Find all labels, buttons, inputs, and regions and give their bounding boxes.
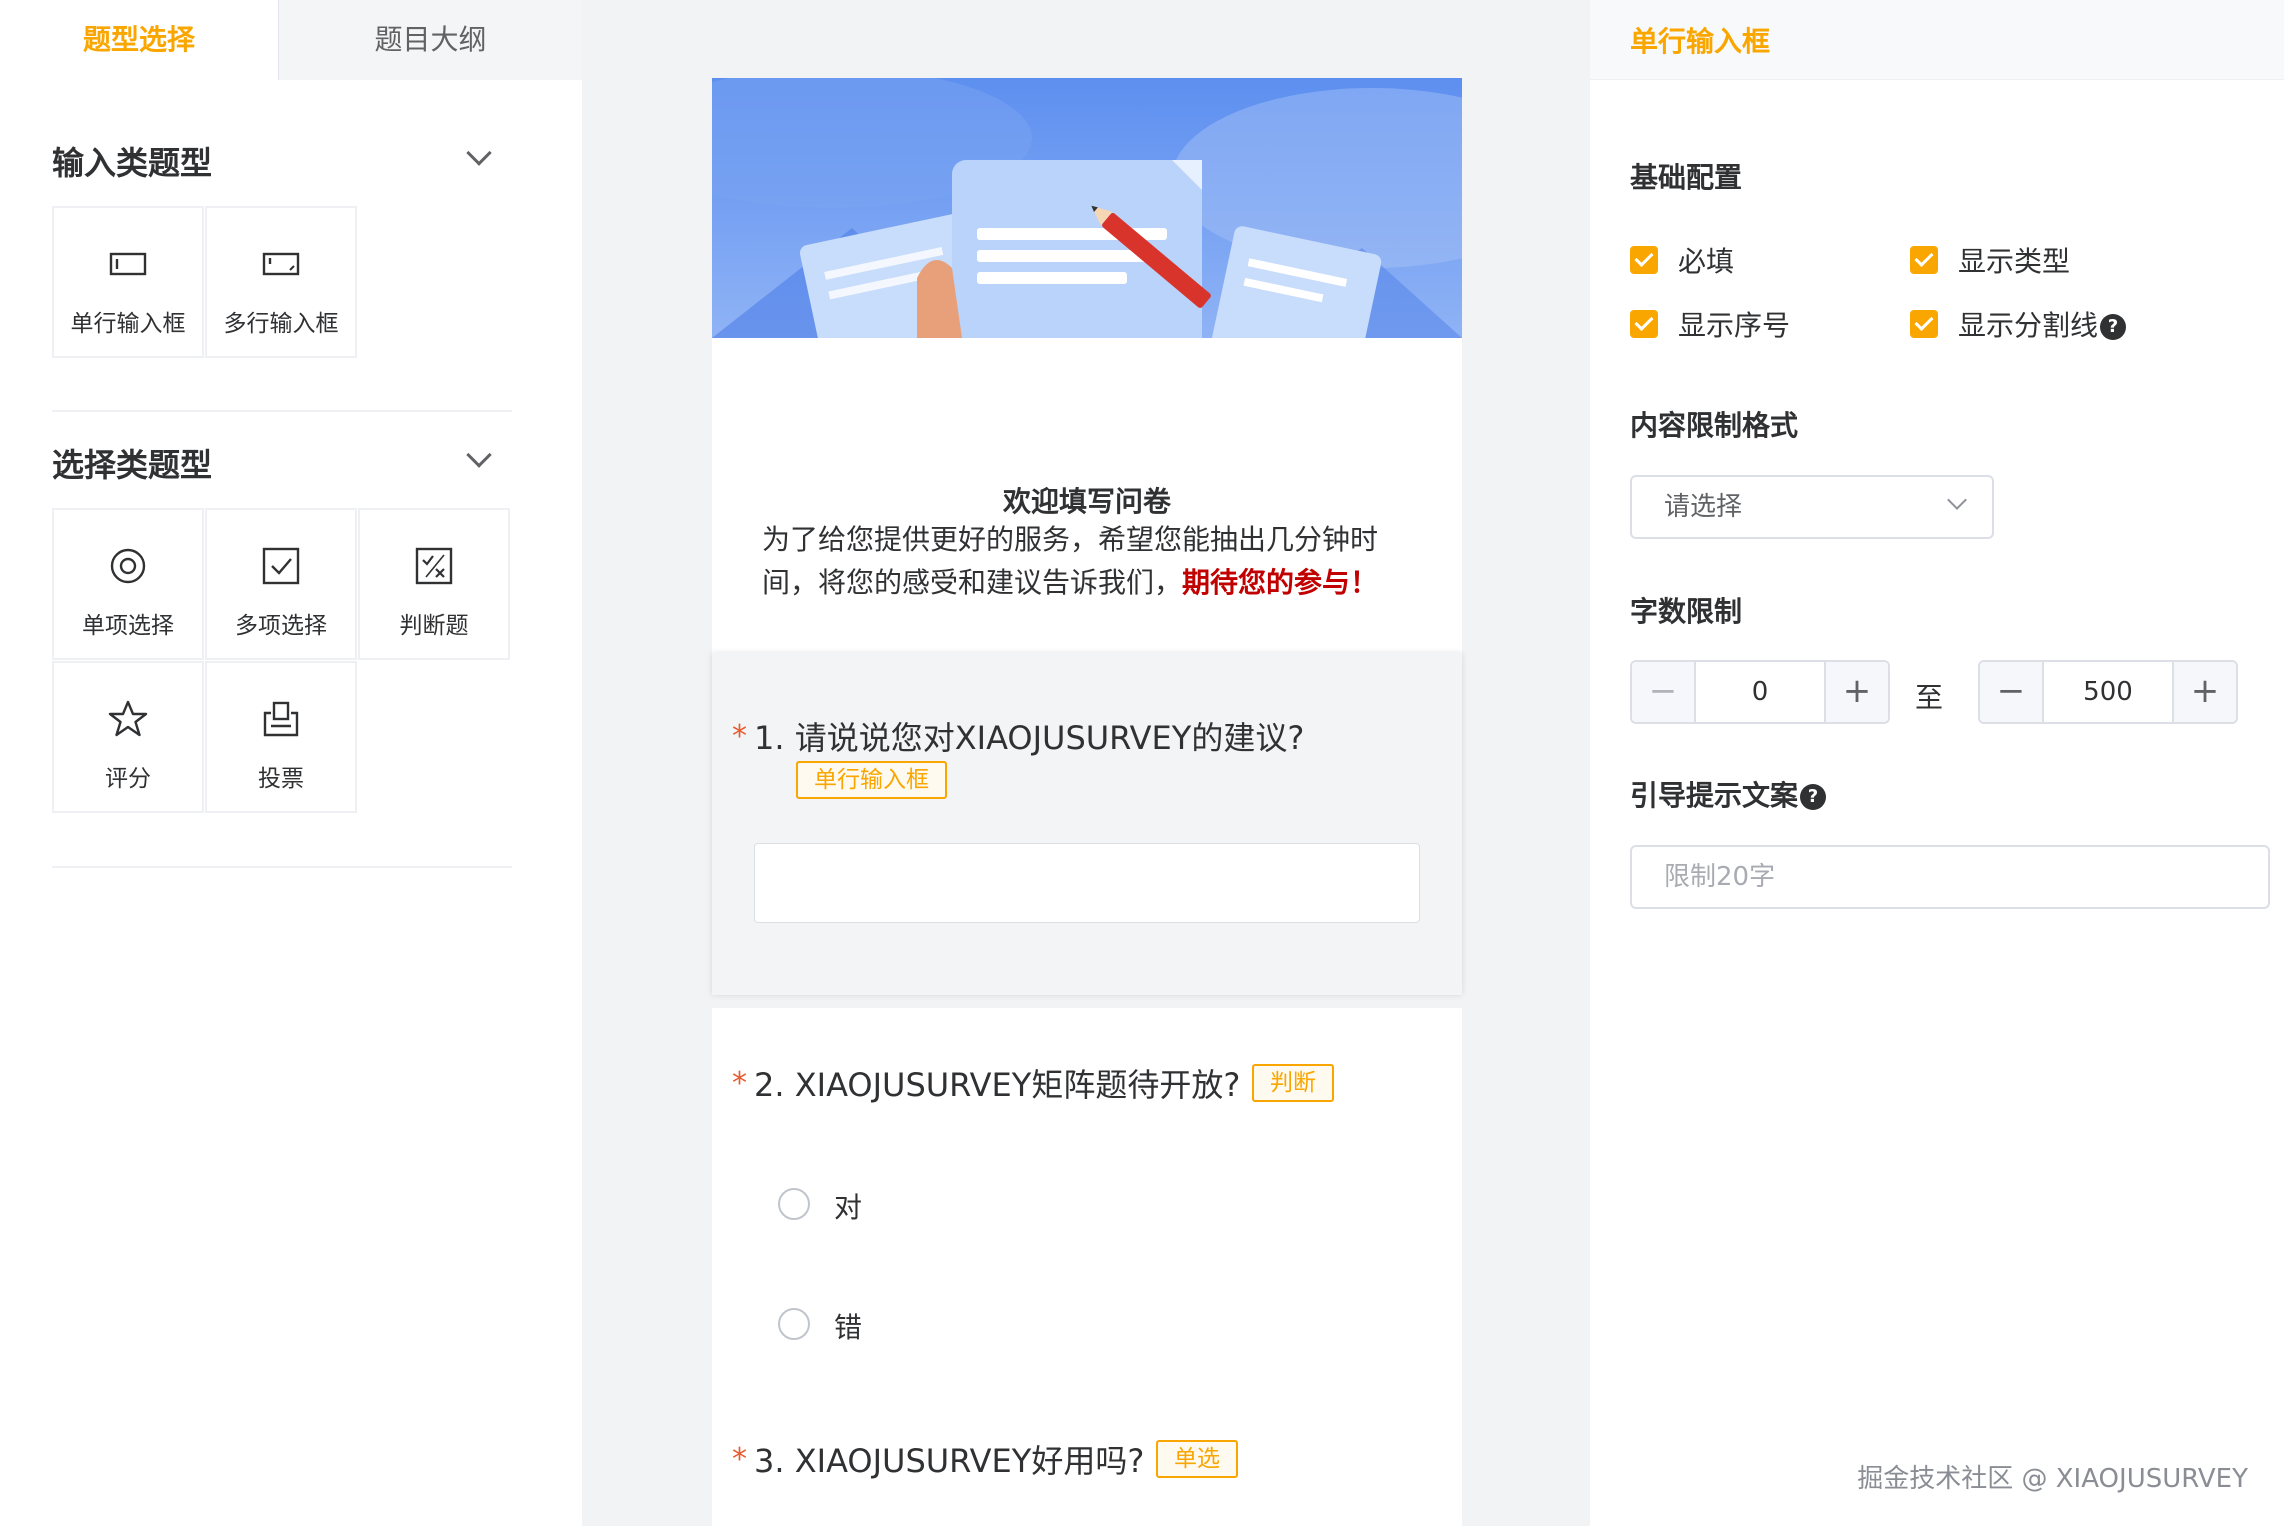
- banner-illustration: [712, 78, 1462, 338]
- judge-icon: [415, 547, 453, 585]
- group-title-choice: 选择类题型: [52, 446, 213, 484]
- range-separator: 至: [1915, 681, 1944, 714]
- type-label: 多项选择: [235, 613, 327, 639]
- single-line-input-icon: [109, 252, 147, 276]
- chevron-down-icon[interactable]: [466, 442, 492, 468]
- survey-canvas: 欢迎填写问卷 为了给您提供更好的服务，希望您能抽出几分钟时间，将您的感受和建议告…: [712, 78, 1462, 1526]
- question-title: 1. 请说说您对XIAOJUSURVEY的建议?: [754, 719, 1305, 757]
- question-type-panel: 题型选择 题目大纲 输入类题型 单行输入框 多行输入框 选择类题型 单项选择 多…: [0, 0, 582, 1526]
- radio-circle-icon: [110, 548, 146, 584]
- config-panel: 单行输入框 基础配置 必填 显示类型 显示序号 显示分割线? 内容限制格式 请选…: [1590, 0, 2284, 1526]
- config-header-title: 单行输入框: [1630, 25, 1771, 58]
- question-card-3-header[interactable]: * 3. XIAOJUSURVEY好用吗? 单选: [712, 1384, 1462, 1526]
- option-label: 对: [834, 1191, 863, 1224]
- decrement-button[interactable]: −: [1632, 662, 1696, 722]
- survey-banner: [712, 78, 1462, 338]
- hint-title-row: 引导提示文案?: [1630, 774, 1827, 814]
- radio-option-true[interactable]: [778, 1188, 810, 1220]
- required-mark: *: [732, 719, 747, 754]
- config-header: 单行输入框: [1590, 0, 2284, 80]
- multi-line-input-icon: [262, 252, 300, 276]
- question-title: 2. XIAOJUSURVEY矩阵题待开放?: [754, 1066, 1241, 1104]
- checkbox-label: 必填: [1678, 245, 1735, 278]
- vote-icon: [263, 701, 299, 737]
- help-icon[interactable]: ?: [1800, 784, 1827, 810]
- radio-option-false[interactable]: [778, 1308, 810, 1340]
- divider: [52, 866, 512, 868]
- checkbox-label: 显示类型: [1958, 245, 2071, 278]
- welcome-description: 为了给您提供更好的服务，希望您能抽出几分钟时间，将您的感受和建议告诉我们，期待您…: [762, 518, 1412, 604]
- welcome-title: 欢迎填写问卷: [1002, 485, 1171, 518]
- tab-question-types[interactable]: 题型选择: [0, 0, 278, 80]
- type-rating[interactable]: 评分: [52, 661, 204, 813]
- type-label: 投票: [258, 766, 304, 792]
- max-length-value[interactable]: 500: [2044, 662, 2172, 722]
- hint-text-field[interactable]: [1632, 847, 2268, 907]
- watermark: 掘金技术社区 @ XIAOJUSURVEY: [1857, 1464, 2248, 1494]
- tab-outline[interactable]: 题目大纲: [278, 0, 582, 80]
- format-select[interactable]: 请选择: [1630, 475, 1994, 539]
- star-icon: [108, 700, 148, 737]
- required-mark: *: [732, 1066, 747, 1101]
- checkbox-label: 显示序号: [1678, 309, 1791, 342]
- type-label: 评分: [105, 766, 151, 792]
- decrement-button[interactable]: −: [1980, 662, 2044, 722]
- checkbox-icon: [262, 547, 300, 585]
- question-type-tag: 单选: [1156, 1440, 1238, 1478]
- chevron-down-icon[interactable]: [466, 140, 492, 166]
- type-label: 判断题: [399, 613, 469, 639]
- type-single-choice[interactable]: 单项选择: [52, 508, 204, 660]
- type-vote[interactable]: 投票: [205, 661, 357, 813]
- format-title: 内容限制格式: [1630, 409, 1799, 442]
- hint-title: 引导提示文案: [1630, 779, 1799, 812]
- question-card-1[interactable]: * 1. 请说说您对XIAOJUSURVEY的建议? 单行输入框: [712, 653, 1462, 995]
- welcome-section: 欢迎填写问卷 为了给您提供更好的服务，希望您能抽出几分钟时间，将您的感受和建议告…: [712, 338, 1462, 653]
- question-title: 3. XIAOJUSURVEY好用吗?: [754, 1442, 1145, 1480]
- checkbox-label-with-help: 显示分割线?: [1958, 304, 2127, 344]
- max-length-stepper[interactable]: − 500 +: [1978, 660, 2238, 724]
- format-select-placeholder: 请选择: [1664, 492, 1743, 522]
- question-type-tag: 判断: [1252, 1064, 1334, 1102]
- help-icon[interactable]: ?: [2100, 314, 2127, 340]
- checkbox-required[interactable]: [1630, 246, 1658, 274]
- question-type-tag: 单行输入框: [796, 761, 947, 799]
- min-length-value[interactable]: 0: [1696, 662, 1824, 722]
- answer-input[interactable]: [754, 843, 1420, 923]
- group-title-input: 输入类题型: [52, 144, 213, 182]
- type-label: 多行输入框: [223, 311, 339, 337]
- left-tabs: 题型选择 题目大纲: [0, 0, 582, 80]
- length-limit-title: 字数限制: [1630, 595, 1743, 628]
- increment-button[interactable]: +: [1824, 662, 1888, 722]
- type-single-line-input[interactable]: 单行输入框: [52, 206, 204, 358]
- checkbox-show-divider[interactable]: [1910, 310, 1938, 338]
- type-label: 单项选择: [82, 613, 174, 639]
- hint-text-input[interactable]: [1630, 845, 2270, 909]
- increment-button[interactable]: +: [2172, 662, 2236, 722]
- min-length-stepper[interactable]: − 0 +: [1630, 660, 1890, 724]
- required-mark: *: [732, 1442, 747, 1477]
- type-multi-line-input[interactable]: 多行输入框: [205, 206, 357, 358]
- chevron-down-icon: [1947, 490, 1967, 510]
- checkbox-show-index[interactable]: [1630, 310, 1658, 338]
- welcome-highlight: 期待您的参与！: [1182, 566, 1379, 599]
- type-multi-choice[interactable]: 多项选择: [205, 508, 357, 660]
- option-label: 错: [834, 1311, 863, 1344]
- basic-config-title: 基础配置: [1630, 161, 1743, 194]
- checkbox-label: 显示分割线: [1958, 309, 2099, 342]
- type-label: 单行输入框: [70, 311, 186, 337]
- divider: [52, 410, 512, 412]
- type-judge[interactable]: 判断题: [358, 508, 510, 660]
- checkbox-show-type[interactable]: [1910, 246, 1938, 274]
